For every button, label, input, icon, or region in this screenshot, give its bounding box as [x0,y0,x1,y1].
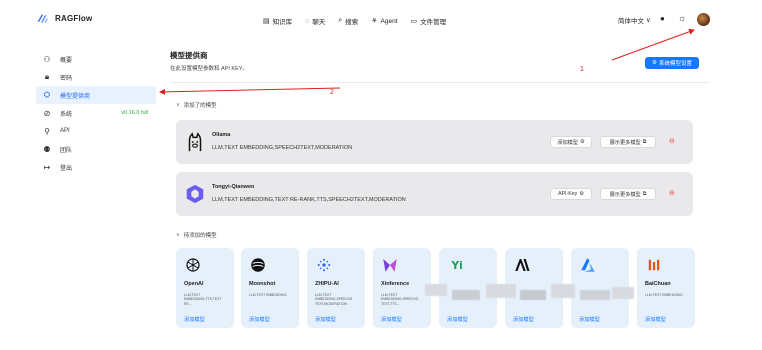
annotation-label-2: 2 [330,89,334,96]
annotation-arrow-2 [159,87,341,95]
model-provider-page: RAGFlow ▤ 知识库 ◌ 聊天 ⌕ 搜索 ⚘ Agent ▭ 文件管理 简… [0,0,762,350]
annotation-arrow-1 [611,28,695,61]
annotation-layer [159,28,695,95]
annotation-label-1: 1 [580,66,584,73]
